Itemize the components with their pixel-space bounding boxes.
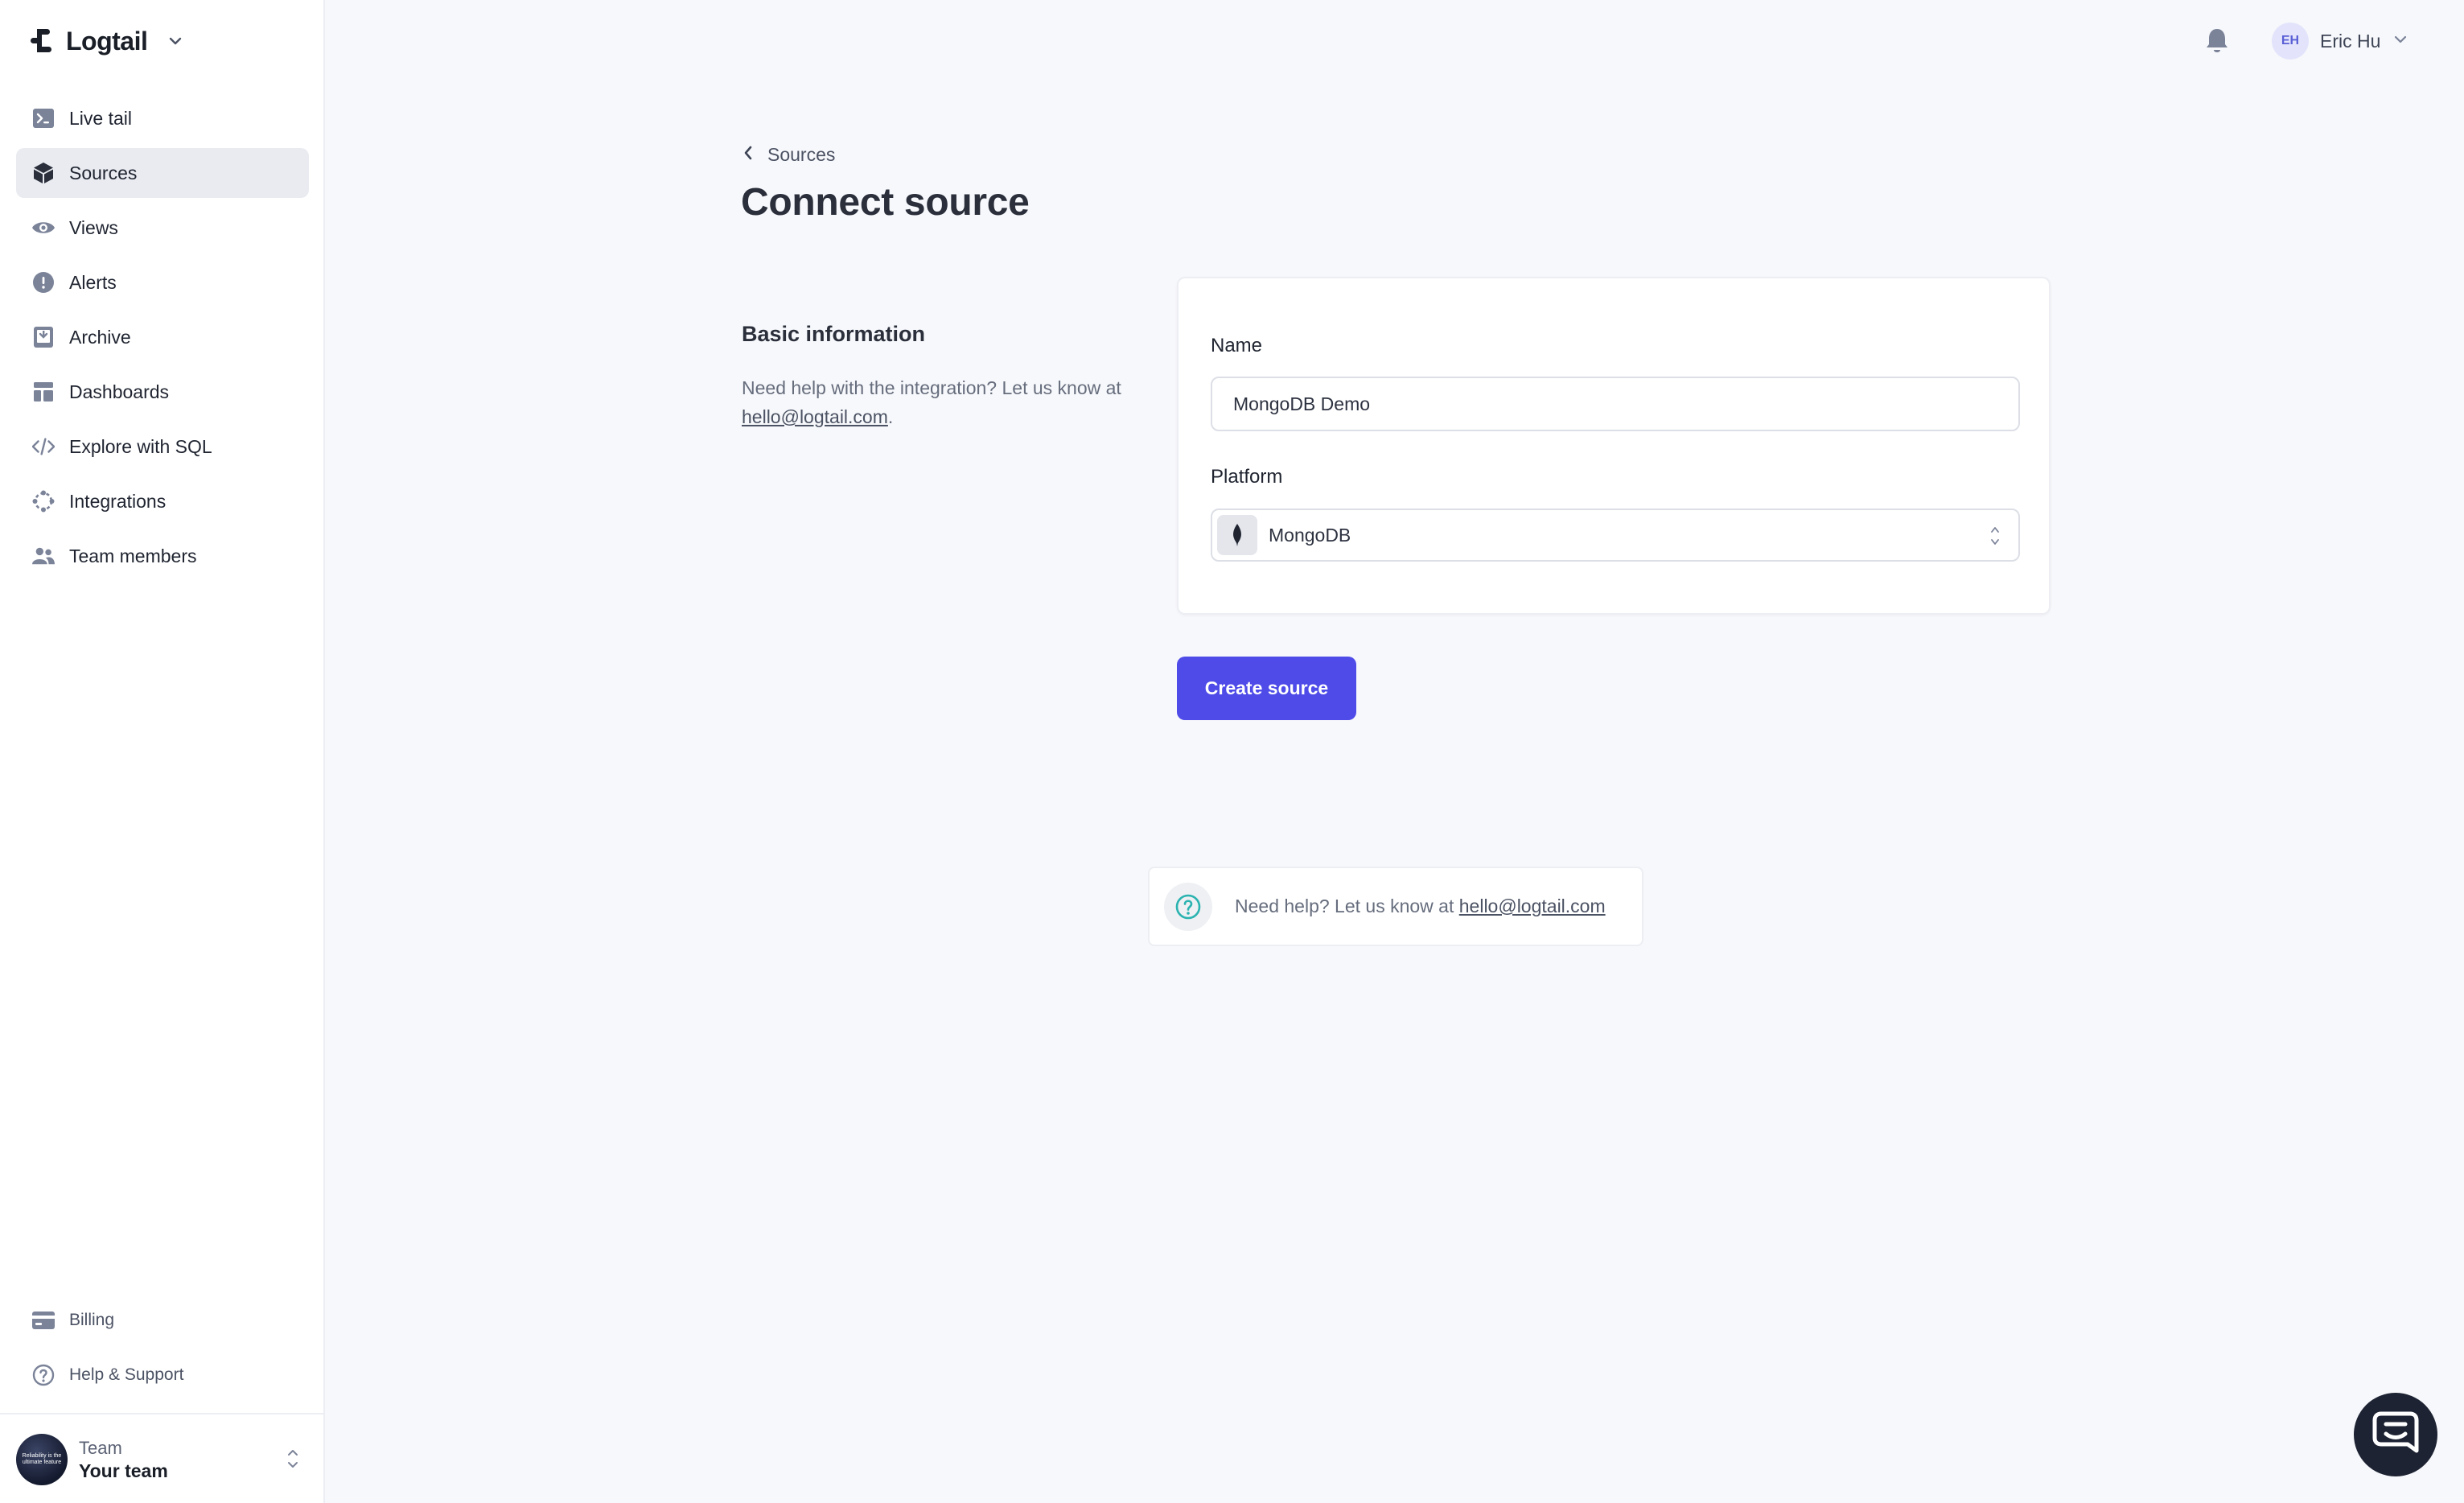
sidebar-item-dashboards[interactable]: Dashboards [16,367,309,417]
sidebar-item-sources[interactable]: Sources [16,148,309,198]
team-info: Team Your team [79,1438,168,1482]
email-link[interactable]: hello@logtail.com [742,406,888,427]
sidebar-item-team-members[interactable]: Team members [16,531,309,581]
alert-icon [32,271,55,294]
sidebar-item-label: Explore with SQL [69,435,212,457]
sidebar-item-label: Team members [69,545,197,566]
main-nav: Live tail Sources Views Alerts Archive D… [16,93,309,586]
name-field-label: Name [1211,335,1263,356]
integrations-icon [32,490,55,513]
sidebar-item-label: Integrations [69,490,167,512]
sidebar-item-label: Sources [69,162,138,183]
section-help-text: Need help with the integration? Let us k… [742,373,1136,431]
dashboard-icon [32,381,55,403]
sidebar-item-integrations[interactable]: Integrations [16,476,309,526]
user-menu[interactable]: EH Eric Hu [2272,23,2409,60]
chat-launcher-button[interactable] [2354,1393,2437,1476]
archive-icon [32,326,55,348]
credit-card-icon [32,1309,55,1332]
brand-switcher[interactable]: Logtail [31,24,184,58]
chevron-down-icon [2392,31,2409,52]
sidebar-item-help-support[interactable]: Help & Support [16,1350,309,1400]
sidebar-item-label: Views [69,216,118,238]
terminal-icon [32,107,55,130]
sidebar-item-label: Live tail [69,107,132,129]
user-name: Eric Hu [2320,30,2381,51]
code-icon [32,435,55,458]
chevron-left-icon [742,144,755,166]
team-switcher[interactable]: Reliability is the ultimate feature Team… [16,1432,309,1487]
question-icon [1164,882,1212,931]
sidebar-item-label: Dashboards [69,381,170,402]
secondary-nav: Billing Help & Support [16,1295,309,1405]
sidebar: Logtail Live tail Sources Views Alerts A… [0,0,325,1503]
chat-icon [2371,1410,2420,1460]
email-link[interactable]: hello@logtail.com [1459,896,1606,916]
page-title: Connect source [741,181,1030,224]
team-label: Team [79,1437,122,1458]
platform-field-label: Platform [1211,466,1283,488]
section-title: Basic information [742,322,926,346]
eye-icon [32,216,55,239]
platform-select[interactable]: MongoDB [1211,509,2020,562]
sidebar-item-label: Archive [69,326,131,348]
help-suffix: . [887,406,894,427]
sidebar-item-explore-sql[interactable]: Explore with SQL [16,422,309,471]
chevron-up-down-icon [285,1447,301,1475]
source-form-card: Name Platform MongoDB [1177,277,2051,615]
notifications-bell-icon[interactable] [2204,27,2230,55]
sidebar-item-label: Help & Support [69,1365,184,1384]
cube-icon [32,162,55,184]
sidebar-item-live-tail[interactable]: Live tail [16,93,309,143]
chevron-down-icon [167,32,184,50]
platform-select-value: MongoDB [1269,524,1351,546]
avatar: EH [2272,23,2309,60]
sidebar-item-label: Alerts [69,271,117,293]
brand-name: Logtail [66,26,148,56]
create-source-button[interactable]: Create source [1177,657,1356,720]
sidebar-item-alerts[interactable]: Alerts [16,257,309,307]
sidebar-item-archive[interactable]: Archive [16,312,309,362]
mongodb-leaf-icon [1217,515,1257,555]
back-link[interactable]: Sources [742,142,835,167]
help-banner-text: Need help? Let us know at hello@logtail.… [1235,896,1606,917]
sidebar-item-views[interactable]: Views [16,203,309,253]
sidebar-item-label: Billing [69,1311,115,1329]
divider [0,1413,325,1414]
help-banner-prefix: Need help? Let us know at [1235,896,1459,916]
logtail-logo-icon [31,29,55,53]
name-input[interactable] [1211,377,2020,431]
team-name: Your team [79,1460,168,1481]
users-icon [32,545,55,567]
question-icon [32,1364,55,1386]
chevron-up-down-icon [1988,523,2002,553]
team-avatar: Reliability is the ultimate feature [16,1434,68,1485]
help-prefix: Need help with the integration? Let us k… [742,377,1121,398]
back-link-label: Sources [767,143,836,165]
help-banner: Need help? Let us know at hello@logtail.… [1148,867,1643,946]
sidebar-item-billing[interactable]: Billing [16,1295,309,1345]
